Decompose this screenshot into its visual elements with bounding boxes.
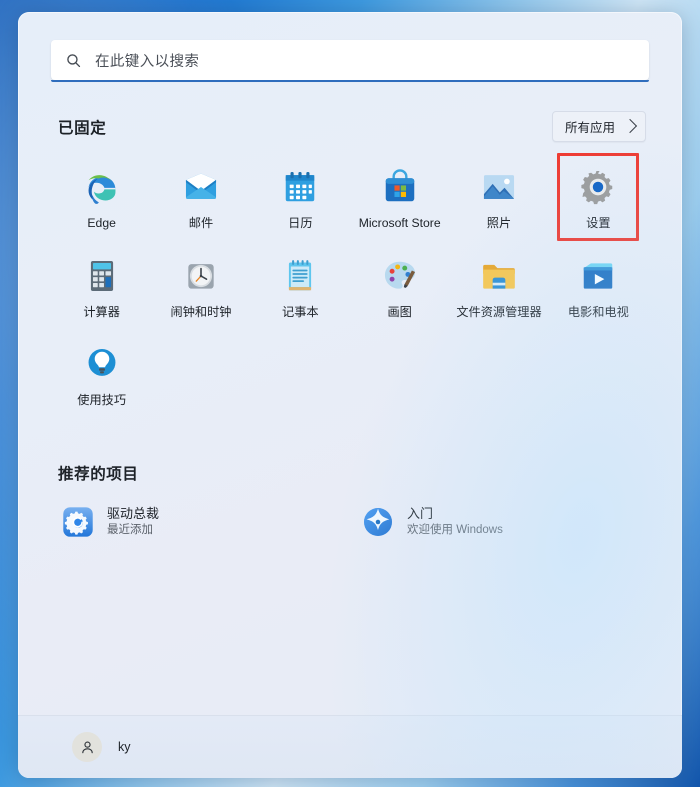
calculator-icon	[83, 257, 121, 295]
pinned-app-tile[interactable]: 计算器	[52, 245, 151, 330]
all-apps-label: 所有应用	[564, 121, 615, 135]
pinned-app-tile[interactable]: Edge	[52, 156, 151, 241]
notepad-icon	[281, 257, 319, 295]
pinned-app-tile[interactable]: 日历	[251, 156, 350, 241]
search-area: 在此键入以搜索	[51, 40, 649, 82]
folder-icon	[480, 257, 518, 295]
pinned-app-tile[interactable]: 设置	[549, 156, 648, 241]
pinned-app-tile[interactable]: Microsoft Store	[350, 156, 449, 241]
pinned-app-label: 画图	[387, 304, 412, 319]
start-menu-panel: 在此键入以搜索 已固定 所有应用 Edge 邮件 日历 Microsoft St…	[18, 12, 682, 778]
mail-icon	[182, 168, 220, 206]
person-avatar-icon[interactable]	[72, 732, 102, 762]
clock-icon	[182, 257, 220, 295]
chevron-right-icon	[622, 118, 638, 134]
recommended-item-title: 入门	[407, 505, 434, 521]
panel-spacer	[18, 546, 682, 715]
search-input[interactable]: 在此键入以搜索	[51, 40, 649, 82]
pinned-apps-grid: Edge 邮件 日历 Microsoft Store 照片 设置 计算器 闹钟和…	[52, 156, 648, 418]
pinned-app-label: 文件资源管理器	[456, 304, 542, 319]
pinned-app-tile[interactable]: 记事本	[251, 245, 350, 330]
recommended-title: 推荐的项目	[58, 465, 139, 483]
driver-gear-icon	[62, 506, 94, 538]
pinned-app-label: 日历	[288, 216, 313, 230]
lightbulb-tips-icon	[83, 345, 121, 383]
pinned-app-tile[interactable]: 使用技巧	[52, 333, 151, 418]
recommended-item-subtitle: 最近添加	[107, 523, 153, 536]
movies-tv-icon	[579, 257, 617, 295]
recommended-item-subtitle: 欢迎使用 Windows	[407, 523, 503, 536]
edge-icon	[83, 168, 121, 206]
pinned-app-label: 电影和电视	[567, 304, 629, 319]
get-started-star-icon	[362, 506, 394, 538]
all-apps-button[interactable]: 所有应用	[551, 111, 646, 142]
calendar-icon	[281, 168, 319, 206]
pinned-app-label: 使用技巧	[77, 393, 127, 408]
pinned-app-tile[interactable]: 照片	[449, 156, 548, 241]
microsoft-store-icon	[381, 168, 419, 206]
recommended-item[interactable]: 驱动总裁 最近添加	[52, 498, 348, 546]
desktop-wallpaper: 在此键入以搜索 已固定 所有应用 Edge 邮件 日历 Microsoft St…	[0, 0, 700, 787]
recommended-list: 驱动总裁最近添加 入门欢迎使用 Windows	[52, 498, 648, 546]
pinned-app-label: 记事本	[282, 304, 319, 319]
pinned-title: 已固定	[58, 119, 107, 137]
pinned-app-tile[interactable]: 邮件	[151, 156, 250, 241]
recommended-item-title: 驱动总裁	[107, 505, 160, 521]
pinned-app-label: 计算器	[83, 304, 120, 319]
pinned-app-tile[interactable]: 闹钟和时钟	[151, 245, 250, 330]
user-name-label: ky	[118, 740, 131, 754]
photos-icon	[480, 168, 518, 206]
search-placeholder-text: 在此键入以搜索	[95, 53, 200, 70]
pinned-app-label: 邮件	[188, 216, 214, 230]
recommended-item-texts: 驱动总裁 最近添加	[107, 505, 160, 537]
pinned-app-label: Microsoft Store	[358, 216, 441, 230]
pinned-section-header: 已固定 所有应用	[58, 111, 646, 142]
pinned-app-tile[interactable]: 电影和电视	[549, 245, 648, 330]
search-icon	[65, 52, 82, 69]
pinned-app-label: 闹钟和时钟	[170, 304, 232, 319]
settings-gear-icon	[579, 168, 617, 206]
pinned-app-label: 设置	[586, 216, 611, 230]
pinned-app-tile[interactable]: 文件资源管理器	[449, 245, 548, 330]
pinned-app-label: 照片	[486, 216, 512, 230]
user-bar: ky	[18, 715, 682, 778]
recommended-item-texts: 入门欢迎使用 Windows	[407, 505, 503, 537]
recommended-item[interactable]: 入门欢迎使用 Windows	[352, 498, 648, 546]
pinned-app-tile[interactable]: 画图	[350, 245, 449, 330]
pinned-app-label: Edge	[87, 216, 116, 230]
paint-palette-icon	[381, 257, 419, 295]
